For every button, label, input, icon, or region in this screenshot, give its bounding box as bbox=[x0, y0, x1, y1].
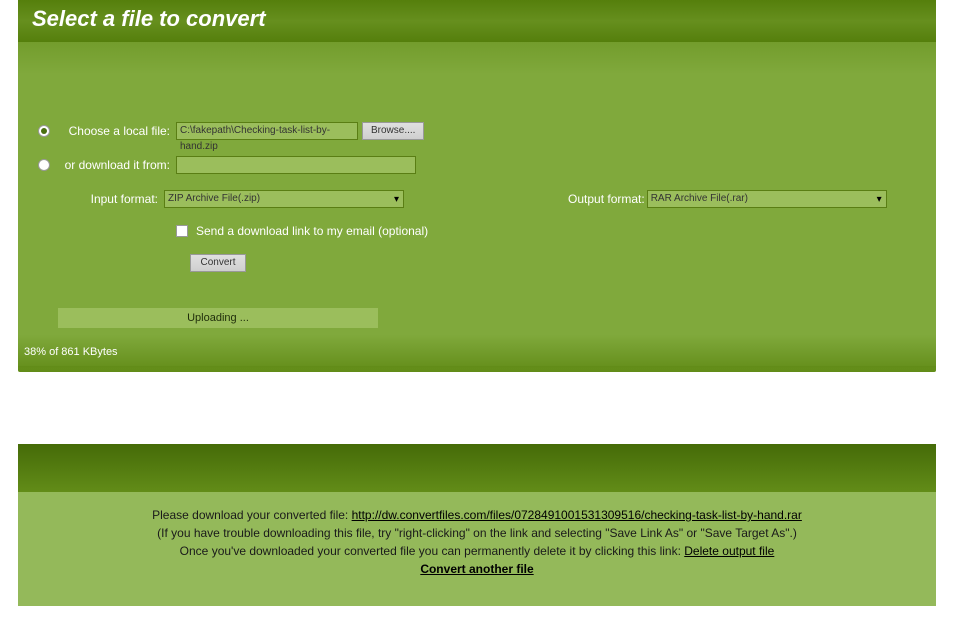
upload-progress-bar: Uploading ... bbox=[58, 308, 378, 328]
download-line: Please download your converted file: htt… bbox=[38, 506, 916, 524]
convert-button[interactable]: Convert bbox=[190, 254, 246, 272]
convert-another-line: Convert another file bbox=[38, 560, 916, 578]
input-format-label: Input format: bbox=[56, 192, 160, 206]
output-format-select[interactable]: RAR Archive File(.rar) bbox=[647, 190, 887, 208]
convert-another-link[interactable]: Convert another file bbox=[420, 562, 533, 576]
form-area: Choose a local file: C:\fakepath\Checkin… bbox=[18, 42, 936, 342]
file-path-input[interactable]: C:\fakepath\Checking-task-list-by-hand.z… bbox=[176, 122, 358, 140]
tip-line: (If you have trouble downloading this fi… bbox=[38, 524, 916, 542]
choose-local-radio[interactable] bbox=[38, 125, 50, 137]
result-panel-body: Please download your converted file: htt… bbox=[18, 492, 936, 606]
output-format-group: Output format: RAR Archive File(.rar) bbox=[568, 190, 887, 208]
choose-file-row: Choose a local file: C:\fakepath\Checkin… bbox=[38, 122, 916, 140]
input-format-select[interactable]: ZIP Archive File(.zip) bbox=[164, 190, 404, 208]
delete-line: Once you've downloaded your converted fi… bbox=[38, 542, 916, 560]
download-from-row: or download it from: bbox=[38, 156, 916, 174]
format-row: Input format: ZIP Archive File(.zip) Out… bbox=[38, 190, 916, 208]
convert-panel: Select a file to convert Choose a local … bbox=[18, 0, 936, 372]
result-panel-top bbox=[18, 444, 936, 492]
email-checkbox[interactable] bbox=[176, 225, 188, 237]
page-title: Select a file to convert bbox=[32, 6, 922, 32]
panel-bottom-shade bbox=[18, 366, 936, 372]
output-format-label: Output format: bbox=[568, 192, 645, 206]
download-url-label: or download it from: bbox=[54, 158, 172, 172]
download-prefix: Please download your converted file: bbox=[152, 508, 351, 522]
convert-row: Convert bbox=[190, 254, 916, 272]
result-panel: Please download your converted file: htt… bbox=[18, 444, 936, 606]
download-link[interactable]: http://dw.convertfiles.com/files/0728491… bbox=[352, 508, 802, 522]
delete-prefix: Once you've downloaded your converted fi… bbox=[180, 544, 685, 558]
upload-status-text: 38% of 861 KBytes bbox=[18, 342, 936, 366]
choose-local-label: Choose a local file: bbox=[54, 124, 172, 138]
upload-progress-wrapper: Uploading ... bbox=[38, 308, 916, 328]
delete-link[interactable]: Delete output file bbox=[684, 544, 774, 558]
url-input[interactable] bbox=[176, 156, 416, 174]
email-row: Send a download link to my email (option… bbox=[176, 224, 916, 238]
email-label: Send a download link to my email (option… bbox=[196, 224, 428, 238]
browse-button[interactable]: Browse.... bbox=[362, 122, 424, 140]
download-url-radio[interactable] bbox=[38, 159, 50, 171]
panel-header: Select a file to convert bbox=[18, 0, 936, 42]
